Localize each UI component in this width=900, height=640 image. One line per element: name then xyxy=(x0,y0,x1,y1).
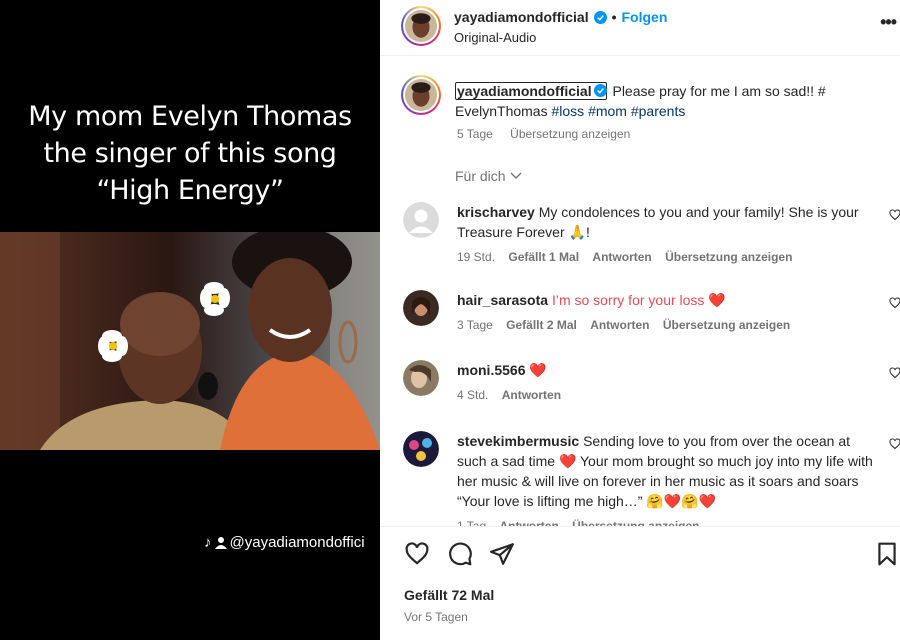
follow-button[interactable]: Folgen xyxy=(622,9,668,25)
comment-meta: 3 Tage Gefällt 2 Mal Antworten Übersetzu… xyxy=(457,318,800,332)
comment-like-heart-icon[interactable] xyxy=(889,367,900,379)
bookmark-save-icon[interactable] xyxy=(874,541,900,567)
comment-likes[interactable]: Gefällt 2 Mal xyxy=(506,318,577,332)
reply-button[interactable]: Antworten xyxy=(592,250,651,264)
post-details-panel: yayadiamondofficial • Folgen Original-Au… xyxy=(380,0,900,640)
hashtag-link[interactable]: #parents xyxy=(631,103,685,119)
chevron-down-icon xyxy=(510,172,522,179)
audio-label[interactable]: Original-Audio xyxy=(454,30,536,45)
sort-dropdown[interactable]: Für dich xyxy=(455,168,522,184)
comment-like-heart-icon[interactable] xyxy=(889,297,900,309)
caption-author-avatar-image xyxy=(405,79,437,111)
comment-meta: 1 Tag Antworten Übersetzung anzeigen xyxy=(457,519,710,526)
share-send-icon[interactable] xyxy=(489,541,515,567)
comment-meta: 4 Std. Antworten xyxy=(457,388,571,402)
hashtag-link[interactable]: #loss xyxy=(551,103,584,119)
post-header: yayadiamondofficial • Folgen Original-Au… xyxy=(380,0,900,56)
translate-button[interactable]: Übersetzung anzeigen xyxy=(510,127,630,141)
tiktok-watermark: ♪ @yayadiamondoffici xyxy=(204,534,365,551)
commenter-avatar[interactable] xyxy=(403,431,439,467)
verified-badge-icon xyxy=(593,10,607,24)
more-horizontal-icon[interactable]: ••• xyxy=(880,12,897,33)
header-name-row: yayadiamondofficial • Folgen xyxy=(454,9,667,25)
post-actions: Gefällt 72 Mal Vor 5 Tagen xyxy=(380,528,900,640)
separator-dot: • xyxy=(611,9,617,25)
media-caption: My mom Evelyn Thomas the singer of this … xyxy=(0,98,380,209)
author-avatar[interactable] xyxy=(401,6,441,46)
media-caption-line: “High Energy” xyxy=(96,175,284,206)
comment-text: stevekimbermusic Sending love to you fro… xyxy=(457,431,877,511)
hashtag-link[interactable]: #mom xyxy=(588,103,627,119)
post-media[interactable]: My mom Evelyn Thomas the singer of this … xyxy=(0,0,380,640)
post-date[interactable]: Vor 5 Tagen xyxy=(404,610,468,624)
caption-author-avatar[interactable] xyxy=(401,75,441,115)
comment-username[interactable]: krischarvey xyxy=(457,204,535,220)
comments-scroll-area[interactable]: yayadiamondofficial Please pray for me I… xyxy=(380,57,900,527)
comment-username[interactable]: moni.5566 xyxy=(457,362,525,378)
comment-like-heart-icon[interactable] xyxy=(889,438,900,450)
likes-count[interactable]: Gefällt 72 Mal xyxy=(404,587,494,603)
comment-text: moni.5566 ❤️ xyxy=(457,360,877,380)
tiktok-logo-icon: ♪ xyxy=(204,534,212,551)
comment-like-heart-icon[interactable] xyxy=(889,209,900,221)
comment-likes[interactable]: Gefällt 1 Mal xyxy=(508,250,579,264)
author-avatar-image xyxy=(405,10,437,42)
caption-time[interactable]: 5 Tage xyxy=(457,127,493,141)
user-icon xyxy=(214,537,227,549)
comment-text: hair_sarasota I’m so sorry for your loss… xyxy=(457,290,877,310)
commenter-avatar[interactable] xyxy=(403,290,439,326)
post-photo xyxy=(0,232,380,450)
caption-body: Please pray for me I am so sad!! # xyxy=(612,83,826,99)
caption-text: yayadiamondofficial Please pray for me I… xyxy=(455,81,855,121)
sort-label: Für dich xyxy=(455,168,506,184)
comment-text: krischarvey My condolences to you and yo… xyxy=(457,202,877,242)
commenter-avatar[interactable] xyxy=(403,360,439,396)
comment-bubble-icon[interactable] xyxy=(447,541,473,567)
comment-meta: 19 Std. Gefällt 1 Mal Antworten Übersetz… xyxy=(457,250,802,264)
commenter-avatar[interactable] xyxy=(403,202,439,238)
translate-button[interactable]: Übersetzung anzeigen xyxy=(572,519,699,526)
like-heart-icon[interactable] xyxy=(404,541,430,567)
translate-button[interactable]: Übersetzung anzeigen xyxy=(665,250,792,264)
comment-username[interactable]: hair_sarasota xyxy=(457,292,548,308)
verified-badge-icon xyxy=(593,84,607,97)
comment-time[interactable]: 3 Tage xyxy=(457,318,493,332)
reply-button[interactable]: Antworten xyxy=(499,519,558,526)
author-username[interactable]: yayadiamondofficial xyxy=(454,9,589,25)
comment-time[interactable]: 1 Tag xyxy=(457,519,486,526)
media-caption-line: My mom Evelyn Thomas xyxy=(28,101,352,132)
comment-body: ❤️ xyxy=(529,362,547,378)
media-caption-line: the singer of this song xyxy=(43,138,337,169)
watermark-handle: @yayadiamondoffici xyxy=(229,534,365,551)
reply-button[interactable]: Antworten xyxy=(502,388,561,402)
comment-time[interactable]: 19 Std. xyxy=(457,250,495,264)
comment-username[interactable]: stevekimbermusic xyxy=(457,433,579,449)
reply-button[interactable]: Antworten xyxy=(590,318,649,332)
caption-username[interactable]: yayadiamondofficial xyxy=(455,82,607,100)
translate-button[interactable]: Übersetzung anzeigen xyxy=(663,318,790,332)
caption-body-line2: EvelynThomas xyxy=(455,103,552,119)
comment-time[interactable]: 4 Std. xyxy=(457,388,488,402)
caption-meta: 5 Tage Übersetzung anzeigen xyxy=(457,127,644,141)
comment-body: I’m so sorry for your loss ❤️ xyxy=(551,292,726,308)
